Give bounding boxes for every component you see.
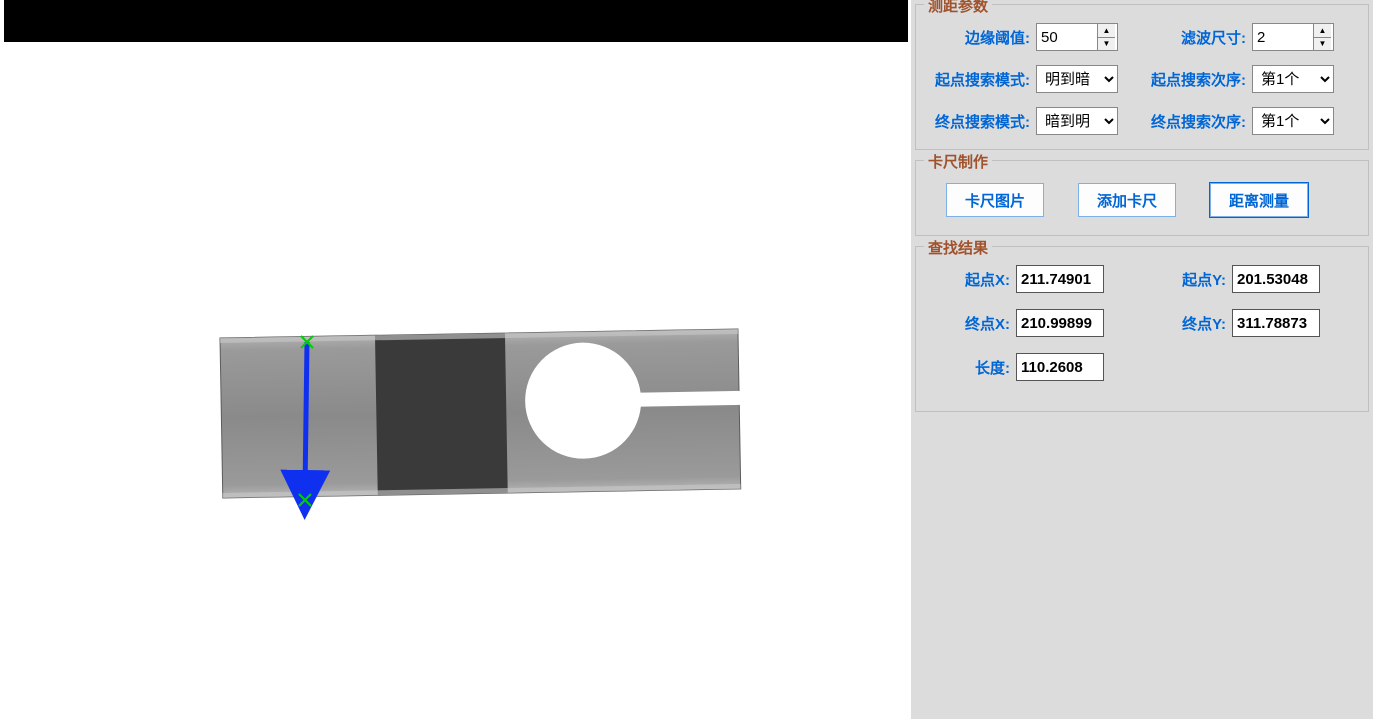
filter-size-spinner[interactable]: ▲ ▼ — [1252, 23, 1334, 51]
distance-params-title: 测距参数 — [924, 0, 992, 16]
end-y-label: 终点Y: — [1142, 313, 1232, 334]
start-mode-select[interactable]: 明到暗 — [1036, 65, 1118, 93]
end-x-label: 终点X: — [926, 313, 1016, 334]
edge-threshold-spinner[interactable]: ▲ ▼ — [1036, 23, 1118, 51]
end-order-select[interactable]: 第1个 — [1252, 107, 1334, 135]
filter-size-up[interactable]: ▲ — [1314, 24, 1331, 38]
filter-size-input[interactable] — [1253, 24, 1313, 50]
side-panel: 测距参数 边缘阈值: ▲ ▼ 滤波尺寸: — [911, 0, 1373, 719]
image-viewer[interactable] — [0, 0, 911, 719]
group-distance-params: 测距参数 边缘阈值: ▲ ▼ 滤波尺寸: — [915, 4, 1369, 150]
measurement-arrow — [305, 342, 307, 490]
caliper-image-button[interactable]: 卡尺图片 — [946, 183, 1044, 217]
start-order-label: 起点搜索次序: — [1142, 69, 1252, 90]
start-mode-label: 起点搜索模式: — [926, 69, 1036, 90]
app-root: 测距参数 边缘阈值: ▲ ▼ 滤波尺寸: — [0, 0, 1373, 719]
start-x-value: 211.74901 — [1016, 265, 1104, 293]
end-mode-select[interactable]: 暗到明 — [1036, 107, 1118, 135]
start-y-label: 起点Y: — [1142, 269, 1232, 290]
filter-size-label: 滤波尺寸: — [1142, 27, 1252, 48]
caliper-image-canvas — [0, 0, 911, 719]
edge-threshold-down[interactable]: ▼ — [1098, 38, 1115, 51]
distance-measure-button[interactable]: 距离测量 — [1210, 183, 1308, 217]
add-caliper-button[interactable]: 添加卡尺 — [1078, 183, 1176, 217]
edge-threshold-input[interactable] — [1037, 24, 1097, 50]
length-label: 长度: — [926, 357, 1016, 378]
end-y-value: 311.78873 — [1232, 309, 1320, 337]
caliper-title: 卡尺制作 — [924, 151, 992, 172]
start-x-label: 起点X: — [926, 269, 1016, 290]
start-order-select[interactable]: 第1个 — [1252, 65, 1334, 93]
start-y-value: 201.53048 — [1232, 265, 1320, 293]
group-caliper: 卡尺制作 卡尺图片 添加卡尺 距离测量 — [915, 160, 1369, 236]
edge-threshold-label: 边缘阈值: — [926, 27, 1036, 48]
edge-threshold-up[interactable]: ▲ — [1098, 24, 1115, 38]
end-mode-label: 终点搜索模式: — [926, 111, 1036, 132]
length-value: 110.2608 — [1016, 353, 1104, 381]
results-title: 查找结果 — [924, 237, 992, 258]
end-order-label: 终点搜索次序: — [1142, 111, 1252, 132]
filter-size-down[interactable]: ▼ — [1314, 38, 1331, 51]
group-results: 查找结果 起点X: 211.74901 起点Y: 201.53048 终点X: … — [915, 246, 1369, 412]
end-x-value: 210.99899 — [1016, 309, 1104, 337]
